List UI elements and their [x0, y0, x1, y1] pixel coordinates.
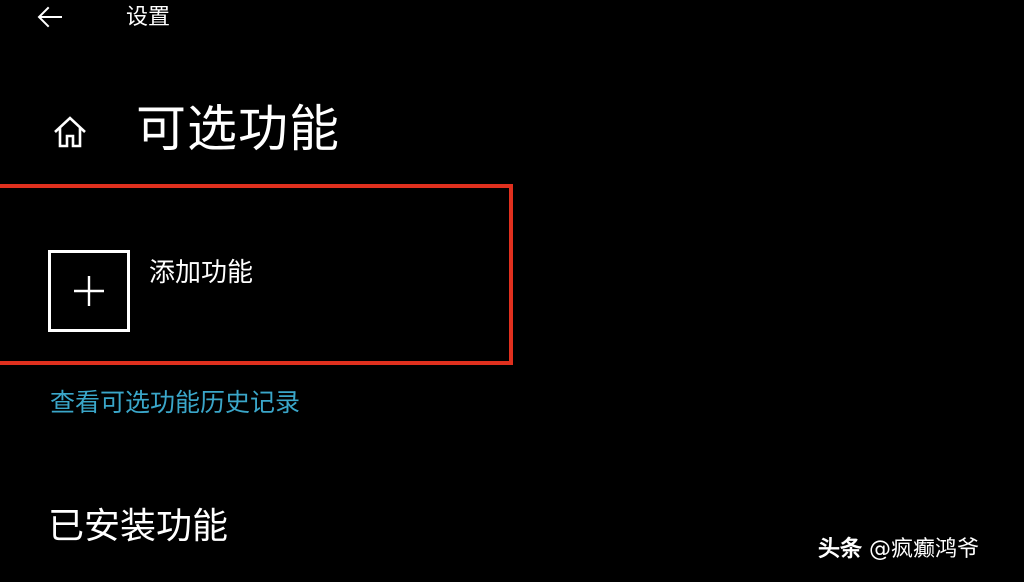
add-feature-button[interactable]: 添加功能: [48, 250, 468, 332]
back-arrow-icon: [37, 6, 62, 28]
app-title: 设置: [126, 5, 171, 30]
add-feature-label: 添加功能: [149, 258, 254, 288]
add-feature-tile: [48, 250, 130, 332]
page-title: 可选功能: [136, 100, 340, 158]
installed-features-heading: 已安装功能: [48, 506, 229, 547]
view-history-link[interactable]: 查看可选功能历史记录: [50, 386, 300, 420]
watermark: 头条 @疯癫鸿爷: [818, 535, 979, 565]
plus-icon: [74, 276, 104, 306]
watermark-author: @疯癫鸿爷: [869, 537, 980, 562]
home-icon: [54, 116, 86, 148]
home-button[interactable]: [50, 112, 90, 152]
title-bar: 设置: [0, 0, 1024, 40]
back-button[interactable]: [34, 2, 66, 32]
watermark-brand: 头条: [818, 537, 863, 562]
